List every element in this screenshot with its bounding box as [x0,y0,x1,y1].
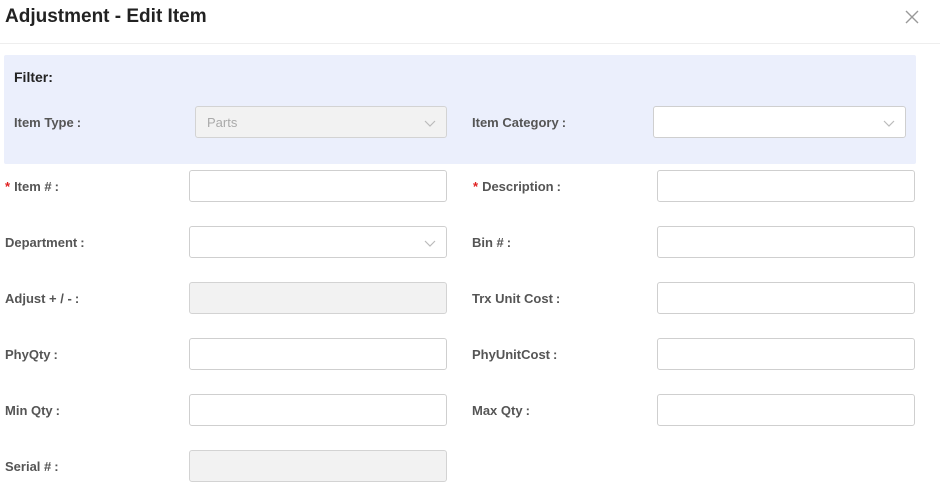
phyunitcost-label: PhyUnitCost: [472,347,557,362]
phyunitcost-input[interactable] [657,338,915,370]
bin-input[interactable] [657,226,915,258]
item-no-input[interactable] [189,170,447,202]
item-no-label-text: Item # [14,179,52,194]
close-icon[interactable] [903,8,921,26]
min-qty-label: Min Qty: [5,403,60,418]
item-type-label-text: Item Type [14,115,74,130]
label-suffix: : [555,291,561,306]
chevron-down-icon [883,120,895,127]
item-type-label: Item Type: [14,115,81,130]
label-suffix: : [54,459,59,474]
max-qty-label: Max Qty: [472,403,530,418]
label-suffix: : [561,115,567,130]
dialog-header: Adjustment - Edit Item [0,0,940,44]
dialog-title: Adjustment - Edit Item [5,6,207,27]
description-label-text: Description [482,179,554,194]
item-category-label: Item Category: [472,115,566,130]
label-suffix: : [553,347,558,362]
item-category-select[interactable] [653,106,906,138]
label-suffix: : [556,179,561,194]
label-suffix: : [53,347,58,362]
min-qty-input[interactable] [189,394,447,426]
adjust-input[interactable] [189,282,447,314]
required-mark: * [473,179,479,194]
max-qty-label-text: Max Qty [472,403,523,418]
department-label: Department: [5,235,85,250]
description-input[interactable] [657,170,915,202]
department-select[interactable] [189,226,447,258]
phyqty-input[interactable] [189,338,447,370]
label-suffix: : [506,235,512,250]
phyqty-label: PhyQty: [5,347,58,362]
item-category-label-text: Item Category [472,115,559,130]
chevron-down-icon [424,240,436,247]
trx-unit-cost-label-text: Trx Unit Cost [472,291,553,306]
item-type-select[interactable]: Parts [195,106,447,138]
filter-title: Filter: [14,69,53,85]
serial-label-text: Serial # [5,459,52,474]
item-no-label: * Item #: [5,179,59,194]
bin-label-text: Bin # [472,235,504,250]
adjust-label: Adjust + / -: [5,291,79,306]
label-suffix: : [55,403,61,418]
label-suffix: : [74,291,80,306]
phyunitcost-label-text: PhyUnitCost [472,347,550,362]
label-suffix: : [54,179,59,194]
department-label-text: Department [5,235,78,250]
serial-input[interactable] [189,450,447,482]
phyqty-label-text: PhyQty [5,347,51,362]
max-qty-input[interactable] [657,394,915,426]
required-mark: * [5,179,11,194]
label-suffix: : [80,235,85,250]
chevron-down-icon [424,120,436,127]
serial-label: Serial #: [5,459,59,474]
item-type-value: Parts [207,115,238,130]
trx-unit-cost-label: Trx Unit Cost: [472,291,560,306]
label-suffix: : [525,403,530,418]
adjust-label-text: Adjust + / - [5,291,72,306]
min-qty-label-text: Min Qty [5,403,53,418]
label-suffix: : [76,115,82,130]
description-label: * Description: [473,179,561,194]
trx-unit-cost-input[interactable] [657,282,915,314]
bin-label: Bin #: [472,235,511,250]
